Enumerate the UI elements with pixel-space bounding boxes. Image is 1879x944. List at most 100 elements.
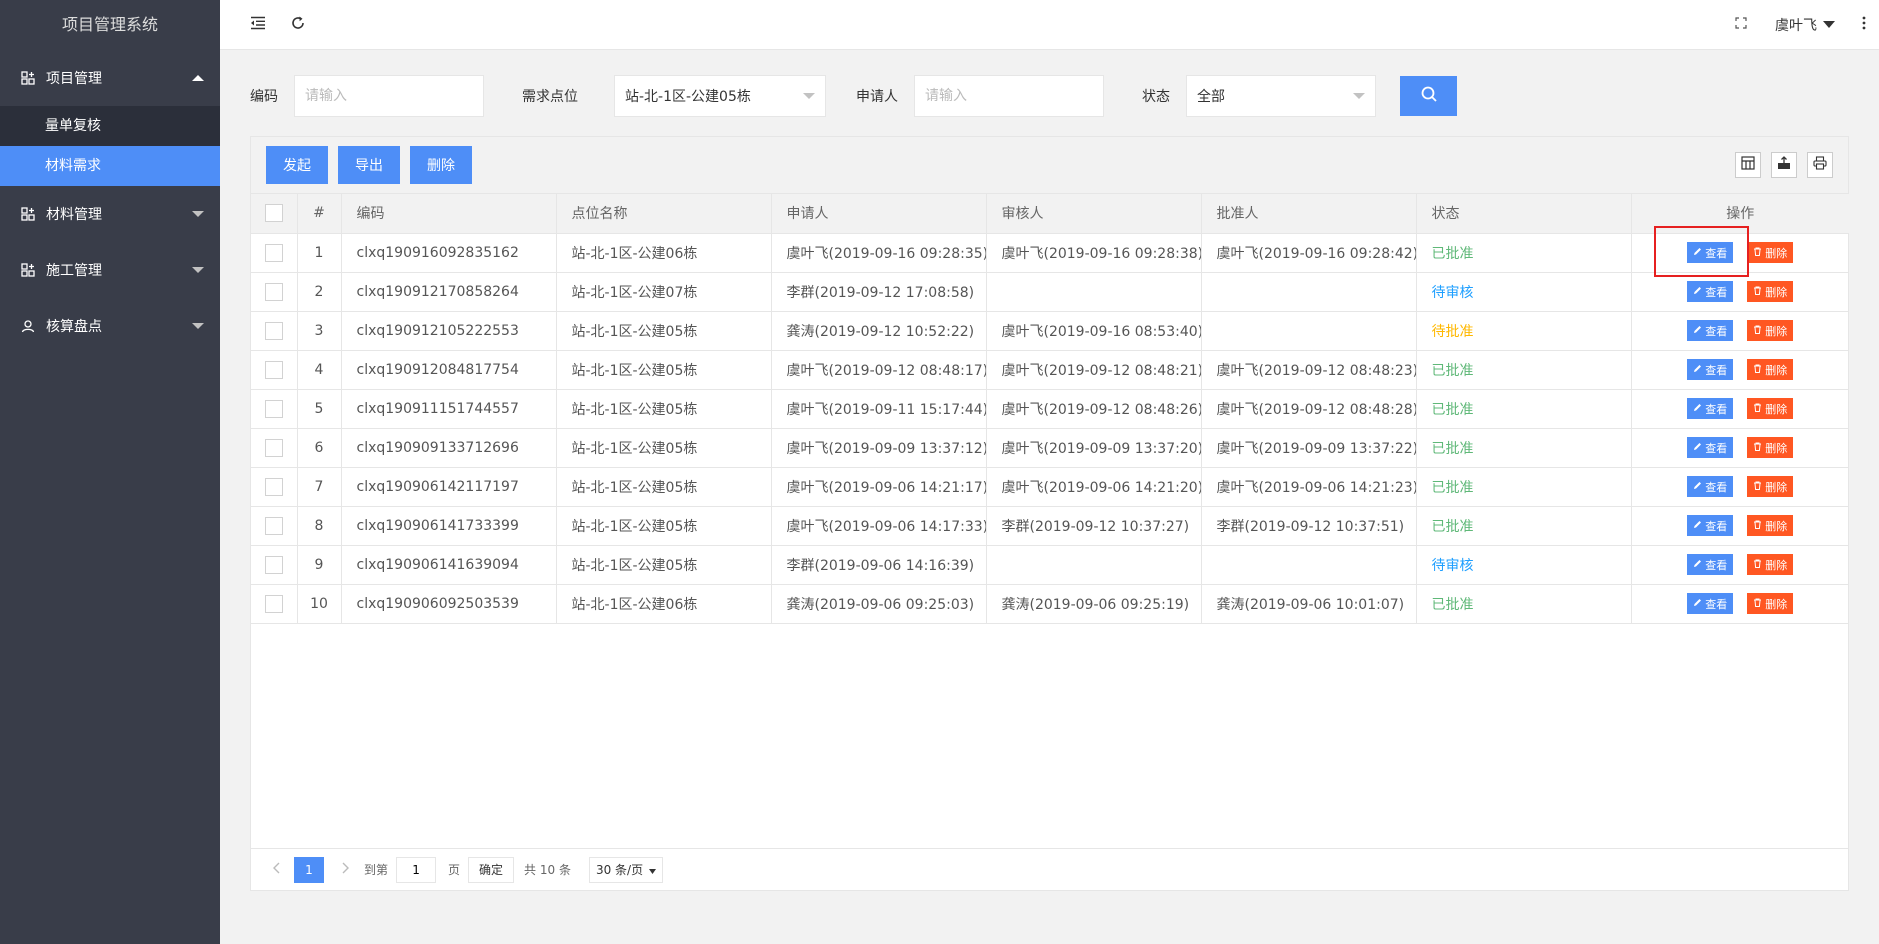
column-header[interactable]: 状态 (1416, 194, 1632, 234)
row-checkbox[interactable] (264, 399, 283, 418)
goto-confirm-button[interactable]: 确定 (468, 856, 515, 883)
sidebar-item-quantity-review[interactable]: 量单复核 (0, 106, 220, 146)
table-panel: 发起 导出 删除 # 编码 点位名称 申请人 审核人 批准人 状态 操作 1 c… (250, 136, 1849, 891)
row-status: 待审核 (1416, 272, 1632, 312)
column-header[interactable]: 申请人 (771, 194, 987, 234)
edit-icon (1693, 441, 1702, 454)
select-all-cell (251, 194, 298, 234)
goto-page-input[interactable] (396, 856, 437, 883)
delete-row-button[interactable]: 删除 (1747, 515, 1794, 536)
table-row[interactable]: 8 clxq190906141733399 站-北-1区-公建05栋 虞叶飞(2… (251, 506, 1849, 546)
export-button[interactable]: 导出 (338, 146, 400, 184)
page-1-button[interactable]: 1 (294, 856, 324, 883)
sidebar-item-accounting-inventory[interactable]: 核算盘点 (0, 298, 220, 354)
view-button-label: 查看 (1705, 363, 1728, 377)
column-header[interactable]: 审核人 (986, 194, 1202, 234)
view-button[interactable]: 查看 (1687, 593, 1734, 614)
sidebar-item-construction-management[interactable]: 施工管理 (0, 242, 220, 298)
chevron-down-icon (192, 323, 204, 329)
row-applicant: 虞叶飞(2019-09-11 15:17:44) (771, 389, 987, 429)
row-select-cell (251, 506, 298, 546)
more-menu-button[interactable] (1849, 0, 1879, 50)
sidebar-item-project-management[interactable]: 项目管理 (0, 50, 220, 106)
view-button[interactable]: 查看 (1687, 515, 1734, 536)
row-checkbox[interactable] (264, 594, 283, 613)
delete-row-button[interactable]: 删除 (1747, 398, 1794, 419)
table-row[interactable]: 4 clxq190912084817754 站-北-1区-公建05栋 虞叶飞(2… (251, 350, 1849, 390)
row-checkbox[interactable] (264, 243, 283, 262)
view-button[interactable]: 查看 (1687, 320, 1734, 341)
row-select-cell (251, 233, 298, 273)
start-button[interactable]: 发起 (266, 146, 328, 184)
table-row[interactable]: 7 clxq190906142117197 站-北-1区-公建05栋 虞叶飞(2… (251, 467, 1849, 507)
view-button[interactable]: 查看 (1687, 398, 1734, 419)
print-button[interactable] (1807, 152, 1833, 178)
delete-row-button[interactable]: 删除 (1747, 281, 1794, 302)
table-row[interactable]: 1 clxq190916092835162 站-北-1区-公建06栋 虞叶飞(2… (251, 233, 1849, 273)
applicant-input[interactable] (914, 75, 1104, 117)
search-icon (1420, 85, 1438, 107)
table-row[interactable]: 6 clxq190909133712696 站-北-1区-公建05栋 虞叶飞(2… (251, 428, 1849, 468)
row-checkbox[interactable] (264, 321, 283, 340)
column-header[interactable]: 编码 (341, 194, 557, 234)
table-row[interactable]: 5 clxq190911151744557 站-北-1区-公建05栋 虞叶飞(2… (251, 389, 1849, 429)
table-row[interactable]: 2 clxq190912170858264 站-北-1区-公建07栋 李群(20… (251, 272, 1849, 312)
status-select[interactable]: 全部 (1186, 75, 1376, 117)
view-button[interactable]: 查看 (1687, 359, 1734, 380)
view-button[interactable]: 查看 (1687, 476, 1734, 497)
delete-row-button[interactable]: 删除 (1747, 437, 1794, 458)
print-icon (1813, 156, 1827, 174)
row-code: clxq190909133712696 (341, 428, 557, 468)
row-approver: 虞叶飞(2019-09-12 08:48:23) (1201, 350, 1417, 390)
delete-row-button[interactable]: 删除 (1747, 554, 1794, 575)
column-header[interactable]: 批准人 (1201, 194, 1417, 234)
export-icon (1777, 156, 1791, 174)
chevron-down-icon (192, 211, 204, 217)
table-row[interactable]: 10 clxq190906092503539 站-北-1区-公建06栋 龚涛(2… (251, 584, 1849, 624)
column-header[interactable]: 点位名称 (556, 194, 772, 234)
row-checkbox[interactable] (264, 438, 283, 457)
apps-icon (20, 70, 36, 86)
delete-row-button[interactable]: 删除 (1747, 359, 1794, 380)
select-all-checkbox[interactable] (264, 204, 283, 223)
code-input[interactable] (294, 75, 484, 117)
delete-row-button[interactable]: 删除 (1747, 593, 1794, 614)
row-point: 站-北-1区-公建05栋 (556, 428, 772, 468)
sidebar-item-material-management[interactable]: 材料管理 (0, 186, 220, 242)
view-button[interactable]: 查看 (1687, 437, 1734, 458)
export-tool-button[interactable] (1771, 152, 1797, 178)
delete-row-button[interactable]: 删除 (1747, 476, 1794, 497)
row-checkbox[interactable] (264, 516, 283, 535)
row-number: 3 (297, 311, 342, 351)
column-header: 操作 (1631, 194, 1849, 234)
table-header-row: # 编码 点位名称 申请人 审核人 批准人 状态 操作 (251, 194, 1849, 234)
row-checkbox[interactable] (264, 282, 283, 301)
search-button[interactable] (1400, 76, 1457, 116)
prev-page-button[interactable] (266, 857, 286, 883)
user-menu[interactable]: 虞叶飞 (1761, 15, 1849, 35)
view-button[interactable]: 查看 (1687, 554, 1734, 575)
row-checkbox[interactable] (264, 555, 283, 574)
row-checkbox[interactable] (264, 360, 283, 379)
delete-row-button[interactable]: 删除 (1747, 320, 1794, 341)
next-page-button[interactable] (336, 857, 356, 883)
refresh-button[interactable] (278, 0, 318, 50)
fullscreen-icon (1735, 16, 1747, 33)
sidebar-item-material-demand[interactable]: 材料需求 (0, 146, 220, 186)
row-reviewer: 李群(2019-09-12 10:37:27) (986, 506, 1202, 546)
view-button[interactable]: 查看 (1687, 281, 1734, 302)
row-checkbox[interactable] (264, 477, 283, 496)
table-row[interactable]: 9 clxq190906141639094 站-北-1区-公建05栋 李群(20… (251, 545, 1849, 585)
columns-filter-button[interactable] (1735, 152, 1761, 178)
view-button-label: 查看 (1705, 402, 1728, 416)
fullscreen-button[interactable] (1721, 0, 1761, 50)
collapse-menu-button[interactable] (238, 0, 278, 50)
point-select[interactable]: 站-北-1区-公建05栋 (614, 75, 826, 117)
edit-icon (1693, 285, 1702, 298)
delete-button[interactable]: 删除 (410, 146, 472, 184)
view-button-label: 查看 (1705, 597, 1728, 611)
view-button[interactable]: 查看 (1687, 242, 1734, 263)
delete-row-button[interactable]: 删除 (1747, 242, 1794, 263)
table-row[interactable]: 3 clxq190912105222553 站-北-1区-公建05栋 龚涛(20… (251, 311, 1849, 351)
page-size-select[interactable]: 30 条/页 (588, 856, 664, 883)
